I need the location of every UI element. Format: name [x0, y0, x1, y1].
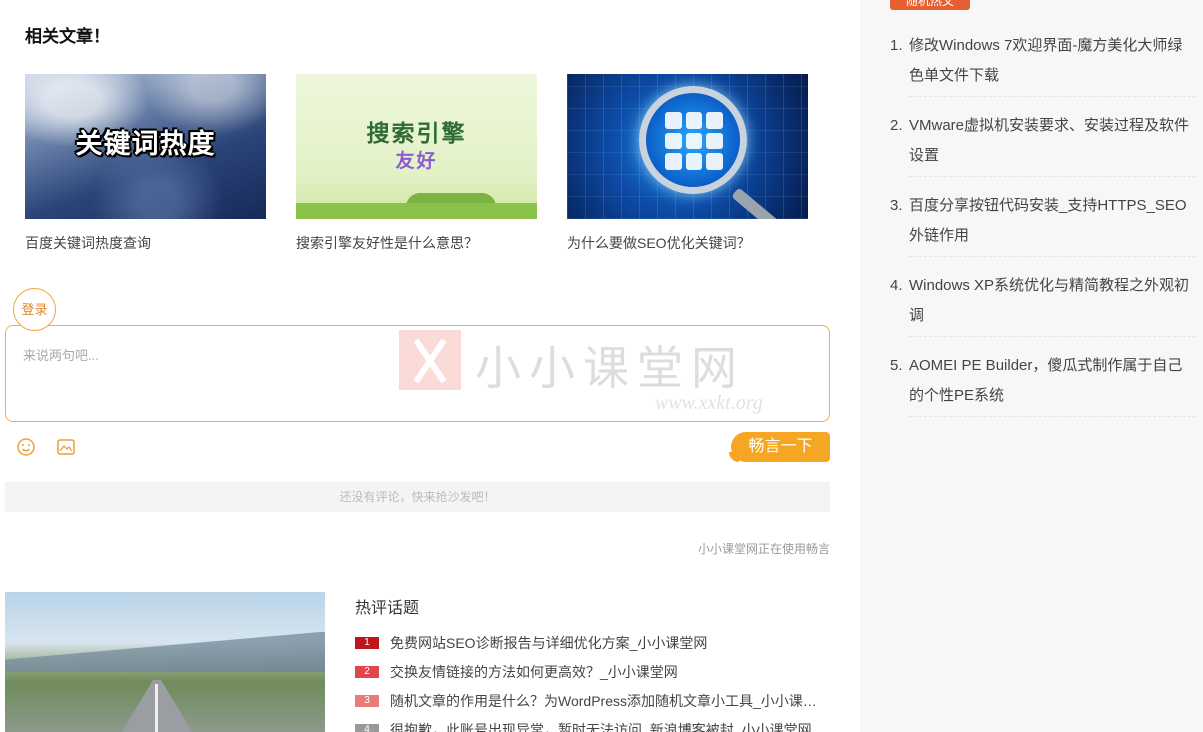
related-thumbnail[interactable]: 关键词热度	[25, 74, 266, 219]
related-thumbnail[interactable]	[567, 74, 808, 219]
hot-topic-item[interactable]: 1 免费网站SEO诊断报告与详细优化方案_小小课堂网	[355, 628, 830, 657]
random-post-item[interactable]: 5. AOMEI PE Builder，傻瓜式制作属于自己的个性PE系统	[890, 348, 1196, 417]
post-number: 1.	[890, 37, 903, 54]
random-post-item[interactable]: 4. Windows XP系统优化与精简教程之外观初调	[890, 268, 1196, 337]
powered-by-link[interactable]: 小小课堂网正在使用畅言	[698, 540, 830, 557]
rank-badge: 1	[355, 636, 379, 649]
no-comments-message: 还没有评论，快来抢沙发吧！	[5, 482, 830, 512]
image-mountains	[5, 632, 325, 672]
random-post-link[interactable]: 百度分享按钮代码安装_支持HTTPS_SEO外链作用	[909, 197, 1187, 244]
related-articles-title: 相关文章！	[25, 27, 110, 46]
login-button[interactable]: 登录	[13, 288, 56, 331]
random-post-link[interactable]: 修改Windows 7欢迎界面-魔方美化大师绿色单文件下载	[909, 37, 1182, 84]
random-posts-list: 1. 修改Windows 7欢迎界面-魔方美化大师绿色单文件下载 2. VMwa…	[890, 28, 1196, 428]
app-icons-grid	[665, 112, 723, 170]
thumbnail-text: 关键词热度	[75, 129, 216, 159]
hot-topics-image[interactable]	[5, 592, 325, 732]
random-post-item[interactable]: 1. 修改Windows 7欢迎界面-魔方美化大师绿色单文件下载	[890, 28, 1196, 97]
emoji-icon[interactable]	[16, 437, 36, 457]
image-lane	[155, 684, 158, 732]
hot-topic-item[interactable]: 3 随机文章的作用是什么？为WordPress添加随机文章小工具_小小课堂网	[355, 686, 830, 715]
hot-topics-title: 热评话题	[355, 600, 420, 617]
thumbnail-subtext: 友好	[395, 151, 438, 172]
random-post-link[interactable]: VMware虚拟机安装要求、安装过程及软件设置	[909, 117, 1189, 164]
main-content: 相关文章！ 关键词热度 百度关键词热度查询 搜索引擎 友好 搜索引擎友好性是什么…	[0, 0, 860, 732]
hot-topics-list: 1 免费网站SEO诊断报告与详细优化方案_小小课堂网 2 交换友情链接的方法如何…	[355, 628, 830, 732]
thumbnail-ground	[296, 203, 537, 219]
comment-box: 小小课堂网 www.xxkt.org	[5, 325, 830, 422]
hot-topic-link[interactable]: 交换友情链接的方法如何更高效？_小小课堂网	[390, 662, 678, 682]
image-upload-icon[interactable]	[56, 437, 76, 457]
random-post-item[interactable]: 3. 百度分享按钮代码安装_支持HTTPS_SEO外链作用	[890, 188, 1196, 257]
rank-badge: 3	[355, 694, 379, 707]
submit-comment-button[interactable]: 畅言一下	[729, 432, 830, 462]
hot-topic-link[interactable]: 随机文章的作用是什么？为WordPress添加随机文章小工具_小小课堂网	[390, 691, 820, 711]
related-card[interactable]: 搜索引擎 友好 搜索引擎友好性是什么意思？	[296, 74, 537, 253]
related-card[interactable]: 为什么要做SEO优化关键词？	[567, 74, 808, 253]
sidebar: 随机热文 1. 修改Windows 7欢迎界面-魔方美化大师绿色单文件下载 2.…	[860, 0, 1203, 732]
rank-badge: 2	[355, 665, 379, 678]
post-number: 5.	[890, 357, 903, 374]
random-post-item[interactable]: 2. VMware虚拟机安装要求、安装过程及软件设置	[890, 108, 1196, 177]
hot-topic-link[interactable]: 免费网站SEO诊断报告与详细优化方案_小小课堂网	[390, 633, 707, 653]
related-article-link[interactable]: 为什么要做SEO优化关键词？	[567, 233, 808, 253]
post-number: 2.	[890, 117, 903, 134]
related-article-link[interactable]: 搜索引擎友好性是什么意思？	[296, 233, 537, 253]
random-post-link[interactable]: AOMEI PE Builder，傻瓜式制作属于自己的个性PE系统	[909, 357, 1182, 404]
comment-input[interactable]	[6, 326, 829, 421]
random-post-link[interactable]: Windows XP系统优化与精简教程之外观初调	[909, 277, 1189, 324]
related-card[interactable]: 关键词热度 百度关键词热度查询	[25, 74, 266, 253]
rank-badge: 4	[355, 723, 379, 732]
related-thumbnail[interactable]: 搜索引擎 友好	[296, 74, 537, 219]
related-article-link[interactable]: 百度关键词热度查询	[25, 233, 266, 253]
thumbnail-text: 搜索引擎	[366, 120, 467, 146]
hot-topic-item[interactable]: 2 交换友情链接的方法如何更高效？_小小课堂网	[355, 657, 830, 686]
hot-topic-item[interactable]: 4 很抱歉，此账号出现异常，暂时无法访问_新浪博客被封_小小课堂网	[355, 715, 830, 732]
random-posts-tag: 随机热文	[890, 0, 970, 10]
post-number: 4.	[890, 277, 903, 294]
post-number: 3.	[890, 197, 903, 214]
hot-topic-link[interactable]: 很抱歉，此账号出现异常，暂时无法访问_新浪博客被封_小小课堂网	[390, 720, 812, 732]
